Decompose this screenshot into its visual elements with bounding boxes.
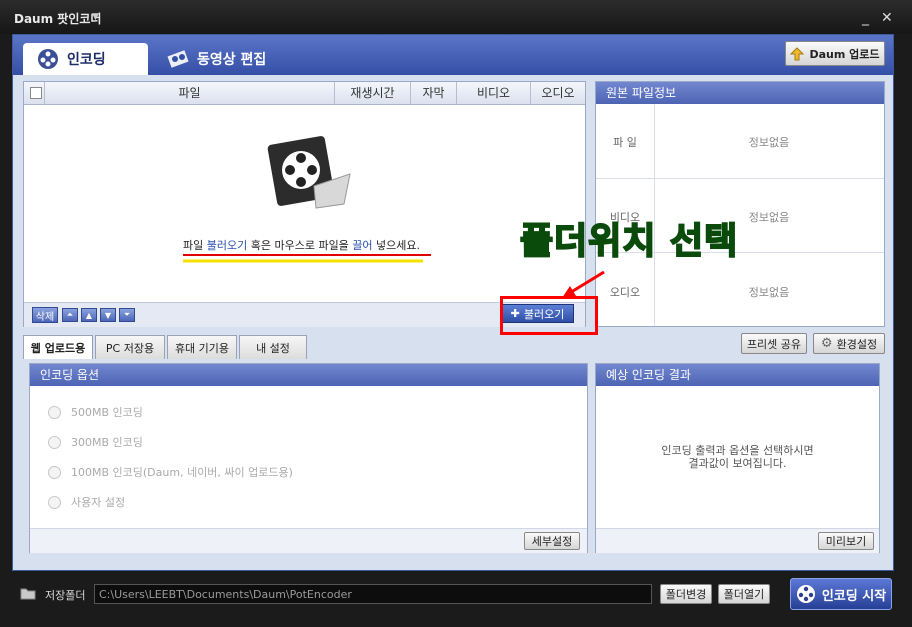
option-custom[interactable]: 사용자 설정: [48, 494, 125, 510]
option-100mb[interactable]: 100MB 인코딩(Daum, 네이버, 싸이 업로드용): [48, 464, 293, 480]
drop-hint-middle: 혹은 마우스로 파일을: [247, 239, 353, 252]
result-message-line1: 인코딩 출력과 옵션을 선택하시면: [661, 444, 814, 457]
gear-icon: ⚙: [820, 336, 833, 351]
source-info-panel: 원본 파일정보 파 일 정보없음 비디오 정보없음 오디오 정보없음: [595, 81, 885, 327]
encoding-options-title: 인코딩 옵션: [30, 364, 587, 386]
radio-button[interactable]: [48, 495, 61, 509]
hint-underline: [183, 254, 431, 263]
annotation-text: 폴더위치 선택: [519, 220, 739, 263]
expected-result-panel: 예상 인코딩 결과 인코딩 출력과 옵션을 선택하시면 결과값이 보여집니다. …: [595, 363, 880, 553]
tab-mobile[interactable]: 휴대 기기용: [167, 335, 237, 359]
tab-video-edit[interactable]: 동영상 편집: [153, 43, 288, 75]
option-label: 300MB 인코딩: [71, 436, 143, 449]
main-tab-bar: 인코딩 동영상 편집 Daum 업로드: [13, 35, 893, 75]
move-top-icon[interactable]: ⏶: [62, 308, 78, 322]
option-label: 500MB 인코딩: [71, 406, 143, 419]
daum-upload-button[interactable]: Daum 업로드: [785, 41, 885, 66]
option-300mb[interactable]: 300MB 인코딩: [48, 434, 143, 450]
source-info-title: 원본 파일정보: [596, 82, 884, 104]
chevron-down-icon[interactable]: ▼: [92, 12, 99, 22]
radio-button[interactable]: [48, 465, 61, 479]
column-audio[interactable]: 오디오: [530, 82, 585, 104]
preview-button[interactable]: 미리보기: [818, 532, 874, 550]
info-divider: [596, 178, 884, 179]
settings-label: 환경설정: [836, 337, 878, 351]
move-up-icon[interactable]: ▲: [81, 308, 97, 322]
radio-button[interactable]: [48, 435, 61, 449]
save-folder-label: 저장폴더: [45, 589, 86, 602]
tab-video-edit-label: 동영상 편집: [197, 52, 267, 68]
select-all-checkbox[interactable]: [30, 87, 42, 99]
close-button[interactable]: ✕: [881, 10, 893, 26]
tab-encoding[interactable]: 인코딩: [23, 43, 148, 75]
result-message-line2: 결과값이 보여집니다.: [688, 457, 787, 470]
drop-hint-prefix: 파일: [183, 239, 207, 252]
column-video[interactable]: 비디오: [456, 82, 530, 104]
drop-hint: 파일 불러오기 혹은 마우스로 파일을 끌어 넣으세요.: [183, 237, 420, 253]
drop-hint-drag-link[interactable]: 끌어: [352, 239, 372, 252]
column-file[interactable]: 파일: [44, 82, 334, 104]
delete-button[interactable]: 삭제: [32, 307, 58, 323]
move-bottom-icon[interactable]: ⏷: [119, 308, 135, 322]
open-folder-button[interactable]: 폴더열기: [718, 584, 770, 604]
column-duration[interactable]: 재생시간: [334, 82, 410, 104]
move-down-icon[interactable]: ▼: [100, 308, 116, 322]
save-path-field[interactable]: C:\Users\LEEBT\Documents\Daum\PotEncoder: [94, 584, 652, 604]
minimize-button[interactable]: _: [862, 10, 869, 26]
film-reel-icon: [38, 49, 58, 69]
title-bar: Daum 팟인코더 ▼ _ ✕: [0, 0, 912, 34]
option-label: 사용자 설정: [71, 496, 126, 509]
file-list-panel: 파일 재생시간 자막 비디오 오디오 삭제 ⏶ ▲ ▼ ⏷ ✚ 불러오기: [23, 81, 586, 327]
film-edit-icon: [167, 50, 189, 68]
detail-settings-button[interactable]: 세부설정: [524, 532, 580, 550]
video-file-icon: [267, 136, 351, 209]
info-audio-value: 정보없음: [748, 286, 790, 299]
start-encoding-button[interactable]: 인코딩 시작: [790, 578, 892, 610]
folder-icon: [20, 588, 36, 600]
column-subtitle[interactable]: 자막: [410, 82, 456, 104]
preset-share-button[interactable]: 프리셋 공유: [741, 333, 807, 354]
main-frame: 인코딩 동영상 편집 Daum 업로드 파일 재생시간 자막 비디오 오디오 삭…: [12, 34, 894, 571]
option-label: 100MB 인코딩(Daum, 네이버, 싸이 업로드용): [71, 466, 293, 479]
tab-web-upload[interactable]: 웹 업로드용: [23, 335, 93, 359]
tab-encoding-label: 인코딩: [67, 52, 106, 68]
info-file-label: 파 일: [613, 136, 637, 149]
film-reel-icon: [796, 585, 815, 603]
expected-result-title: 예상 인코딩 결과: [596, 364, 879, 386]
options-footer: [30, 528, 587, 553]
info-file-value: 정보없음: [748, 136, 790, 149]
settings-button[interactable]: ⚙ 환경설정: [813, 333, 885, 354]
highlight-box: [500, 296, 598, 335]
encoding-options-panel: 인코딩 옵션 500MB 인코딩 300MB 인코딩 100MB 인코딩(Dau…: [29, 363, 588, 553]
tab-my-settings[interactable]: 내 설정: [239, 335, 307, 359]
daum-upload-label: Daum 업로드: [809, 47, 880, 61]
change-folder-button[interactable]: 폴더변경: [660, 584, 712, 604]
tab-pc-save[interactable]: PC 저장용: [95, 335, 165, 359]
drop-hint-load-link[interactable]: 불러오기: [207, 239, 247, 252]
start-encoding-label: 인코딩 시작: [821, 588, 887, 604]
upload-arrow-icon: [790, 46, 805, 60]
file-list-header: 파일 재생시간 자막 비디오 오디오: [24, 82, 585, 105]
app-title[interactable]: Daum 팟인코더: [14, 10, 101, 27]
option-500mb[interactable]: 500MB 인코딩: [48, 404, 143, 420]
result-message: 인코딩 출력과 옵션을 선택하시면 결과값이 보여집니다.: [596, 444, 879, 470]
radio-button[interactable]: [48, 405, 61, 419]
drop-hint-suffix: 넣으세요.: [372, 239, 421, 252]
